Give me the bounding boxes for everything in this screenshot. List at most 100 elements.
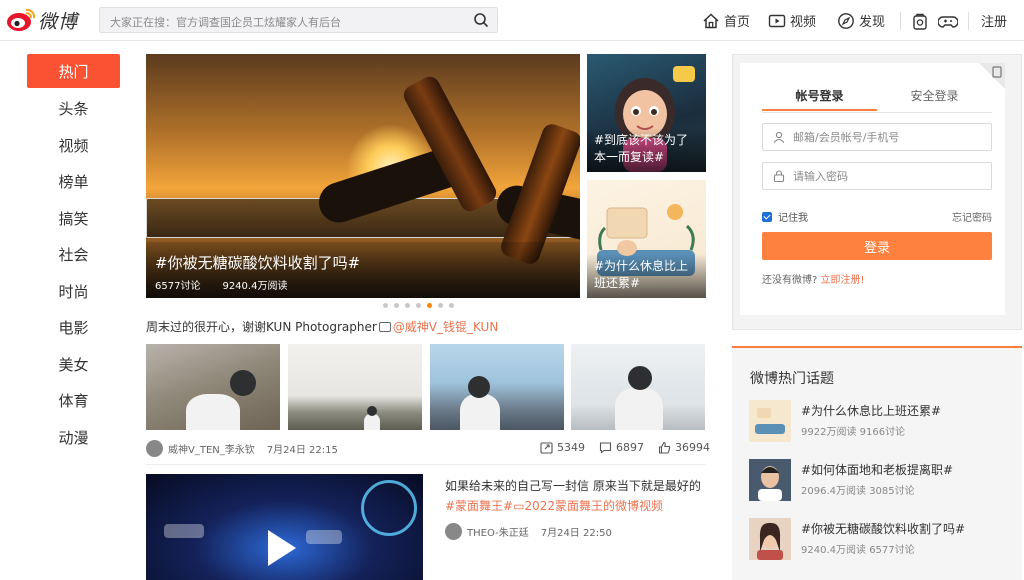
remember-me[interactable]: 记住我: [762, 209, 808, 224]
leftnav-item-sports[interactable]: 体育: [27, 383, 120, 420]
video-post-tag[interactable]: #蒙面舞王#: [445, 499, 513, 513]
login-button[interactable]: 登录: [762, 232, 992, 260]
nav-video-label: 视频: [790, 15, 817, 30]
leftnav-item-beauty[interactable]: 美女: [27, 346, 120, 383]
forgot-password-link[interactable]: 忘记密码: [952, 209, 992, 224]
remember-label: 记住我: [778, 213, 808, 224]
hot-topic-item[interactable]: #如何体面地和老板提离职# 2096.4万阅读 3085讨论: [749, 459, 1009, 503]
tab-account-login[interactable]: 帐号登录: [762, 87, 877, 111]
search-input[interactable]: 大家正在搜：官方调查国企员工炫耀家人有后台: [99, 7, 498, 33]
stage-light: [361, 480, 417, 536]
avatar[interactable]: [146, 439, 163, 457]
post-photo-4[interactable]: [571, 344, 705, 430]
video-post-text: 如果给未来的自己写一封信 原来当下就是最好的 #蒙面舞王#▭2022蒙面舞王的微博…: [445, 476, 707, 516]
photo-person: [186, 394, 240, 430]
search-icon[interactable]: [473, 12, 489, 28]
carousel-dot-active[interactable]: [427, 303, 432, 308]
photo-person-head: [468, 376, 490, 398]
photo-person-head: [367, 406, 377, 416]
hero-reads: 9240.4万阅读: [222, 281, 288, 292]
post-author[interactable]: 威神V_TEN_李永钦: [168, 441, 255, 456]
post-mention[interactable]: @威神V_钱锟_KUN: [393, 320, 499, 334]
thumbs-up-icon: [658, 441, 671, 454]
post-stats: 5349 6897 36994: [526, 441, 710, 454]
side-thumb-2[interactable]: #为什么休息比上班还累#: [587, 180, 706, 298]
video-author[interactable]: THEO-朱正廷: [467, 524, 529, 539]
post-photo-1[interactable]: [146, 344, 280, 430]
nav-home[interactable]: 首页: [702, 11, 750, 30]
bag-icon[interactable]: [910, 11, 930, 31]
carousel-dot[interactable]: [394, 303, 399, 308]
tab-secure-login[interactable]: 安全登录: [877, 87, 992, 111]
post-photo-2[interactable]: [288, 344, 422, 430]
carousel-dot[interactable]: [449, 303, 454, 308]
password-field[interactable]: 请输入密码: [762, 162, 992, 190]
topic-meta: 9922万阅读 9166讨论: [801, 423, 905, 438]
leftnav-item-fashion[interactable]: 时尚: [27, 273, 120, 310]
topic-title: #为什么休息比上班还累#: [801, 404, 942, 418]
comment-button[interactable]: 6897: [599, 441, 644, 454]
post-photo-3[interactable]: [430, 344, 564, 430]
side-thumb-2-caption: #为什么休息比上班还累#: [587, 254, 706, 298]
remember-checkbox[interactable]: [762, 211, 772, 222]
game-icon[interactable]: [938, 11, 958, 31]
video-time: 7月24日 22:50: [540, 527, 612, 539]
topic-thumbnail: [749, 459, 791, 501]
topic-meta: 2096.4万阅读 3085讨论: [801, 482, 915, 497]
nav-video[interactable]: 视频: [768, 11, 816, 30]
topic-title: #你被无糖碳酸饮料收割了吗#: [801, 522, 966, 536]
leftnav-item-funny[interactable]: 搞笑: [27, 200, 120, 237]
like-count: 36994: [675, 441, 710, 454]
hot-topics-panel: 微博热门话题 #为什么休息比上班还累# 9922万阅读 9166讨论 #如何体面…: [732, 346, 1022, 580]
register-now-link[interactable]: 立即注册!: [821, 275, 865, 286]
leftnav-item-hot[interactable]: 热门: [27, 54, 120, 88]
register-link[interactable]: 注册: [981, 11, 1007, 30]
hero-discussions: 6577讨论: [155, 281, 201, 292]
leftnav-item-video[interactable]: 视频: [27, 127, 120, 164]
carousel-dot[interactable]: [405, 303, 410, 308]
repost-button[interactable]: 5349: [540, 441, 585, 454]
nav-discover[interactable]: 发现: [837, 11, 885, 30]
photo-person: [615, 388, 663, 430]
leftnav-item-headlines[interactable]: 头条: [27, 91, 120, 128]
leftnav-item-anime[interactable]: 动漫: [27, 419, 120, 456]
hot-topic-item[interactable]: #你被无糖碳酸饮料收割了吗# 9240.4万阅读 6577讨论: [749, 518, 1009, 562]
hot-topic-item[interactable]: #为什么休息比上班还累# 9922万阅读 9166讨论: [749, 400, 1009, 444]
topic-meta: 9240.4万阅读 6577讨论: [801, 541, 915, 556]
hero-banner[interactable]: #你被无糖碳酸饮料收割了吗# 6577讨论 9240.4万阅读: [146, 54, 580, 298]
carousel-dot[interactable]: [383, 303, 388, 308]
comment-icon: [599, 442, 612, 454]
like-button[interactable]: 36994: [658, 441, 710, 454]
home-icon: [703, 12, 719, 28]
photo-person: [460, 394, 500, 430]
video-link-icon: ▭: [513, 499, 525, 513]
side-thumb-1-caption: #到底该不该为了本一而复读#: [587, 128, 706, 172]
leftnav-item-movies[interactable]: 电影: [27, 310, 120, 347]
leftnav-item-rankings[interactable]: 榜单: [27, 164, 120, 201]
username-placeholder: 邮箱/会员帐号/手机号: [793, 131, 900, 144]
video-post-link[interactable]: 2022蒙面舞王的微博视频: [524, 499, 663, 513]
avatar[interactable]: [445, 522, 462, 540]
hot-topics-title: 微博热门话题: [750, 371, 834, 387]
repost-icon: [540, 442, 553, 454]
photo-person-head: [230, 370, 256, 396]
carousel-dot[interactable]: [438, 303, 443, 308]
hero-title[interactable]: #你被无糖碳酸饮料收割了吗#: [155, 252, 360, 273]
topic-reads: 9240.4万阅读: [801, 545, 866, 556]
username-field[interactable]: 邮箱/会员帐号/手机号: [762, 123, 992, 151]
nav-divider: [968, 12, 969, 30]
photo-person: [364, 414, 380, 430]
leftnav-item-society[interactable]: 社会: [27, 237, 120, 274]
carousel-dot[interactable]: [416, 303, 421, 308]
side-thumb-1[interactable]: #到底该不该为了本一而复读#: [587, 54, 706, 172]
video-thumbnail[interactable]: [146, 474, 423, 580]
video-author-row: THEO-朱正廷 7月24日 22:50: [445, 522, 612, 540]
video-icon: [768, 14, 786, 27]
weibo-logo-icon: [7, 8, 36, 31]
play-icon[interactable]: [268, 530, 296, 566]
topic-reads: 9922万阅读: [801, 427, 857, 438]
weibo-logo[interactable]: 微博: [6, 7, 92, 33]
qr-login-icon[interactable]: [979, 63, 1005, 89]
hero-meta: 6577讨论 9240.4万阅读: [155, 277, 287, 292]
brand-name: 微博: [38, 10, 79, 33]
